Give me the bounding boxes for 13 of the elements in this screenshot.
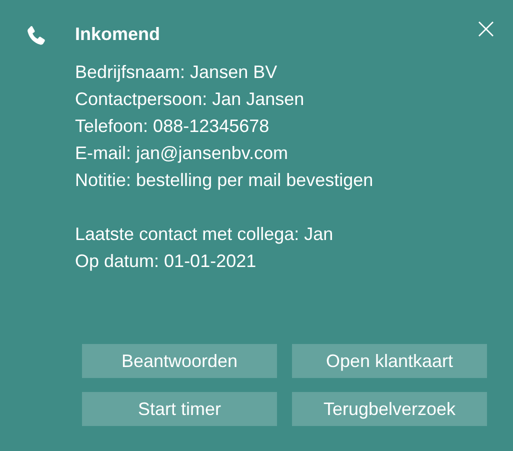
detail-line: Telefoon: 088-12345678	[75, 115, 270, 138]
detail-line: E-mail: jan@jansenbv.com	[75, 142, 290, 165]
detail-line: Laatste contact met collega: Jan	[75, 223, 334, 246]
detail-line: Op datum: 01-01-2021	[75, 250, 258, 273]
action-button[interactable]: Start timer	[82, 392, 277, 426]
action-button[interactable]: Beantwoorden	[82, 344, 277, 378]
detail-line: Contactpersoon: Jan Jansen	[75, 88, 306, 111]
action-button[interactable]: Terugbelverzoek	[292, 392, 487, 426]
action-button[interactable]: Open klantkaart	[292, 344, 487, 378]
detail-line: Bedrijfsnaam: Jansen BV	[75, 61, 278, 84]
close-icon[interactable]	[478, 21, 494, 37]
notification-title: Inkomend	[75, 23, 162, 46]
detail-line: Notitie: bestelling per mail bevestigen	[75, 169, 374, 192]
